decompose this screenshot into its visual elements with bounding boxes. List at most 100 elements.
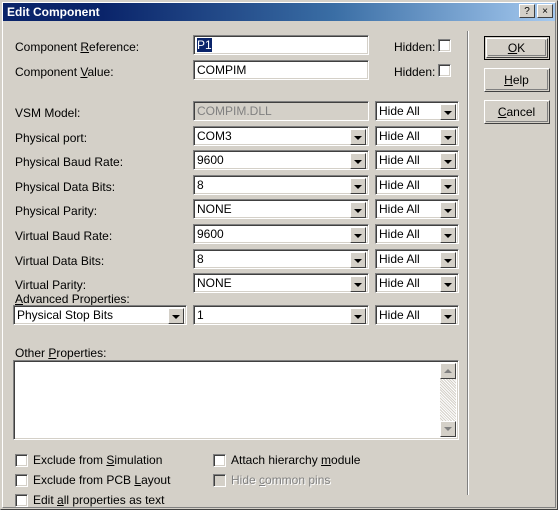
property-visibility-select[interactable]: Hide All — [375, 224, 459, 244]
close-icon[interactable]: × — [537, 4, 553, 18]
property-value-select[interactable]: NONE — [193, 273, 369, 293]
property-visibility-value: Hide All — [379, 153, 420, 167]
advanced-value-select[interactable]: 1 — [193, 305, 369, 325]
property-visibility-select[interactable]: Hide All — [375, 273, 459, 293]
help-button-label: Help — [504, 72, 529, 87]
property-visibility-select[interactable]: Hide All — [375, 150, 459, 170]
chevron-down-icon[interactable] — [350, 252, 366, 268]
checkbox-left-0[interactable]: Exclude from Simulation — [15, 453, 162, 467]
property-value-text: NONE — [197, 202, 232, 216]
chevron-down-icon[interactable] — [350, 153, 366, 169]
chevron-down-icon[interactable] — [440, 129, 456, 145]
title-bar[interactable]: Edit Component ? × — [3, 3, 555, 21]
chevron-down-icon[interactable] — [440, 104, 456, 120]
checkbox-box — [15, 453, 28, 467]
property-value-text: 9600 — [197, 227, 224, 241]
chevron-down-icon[interactable] — [440, 308, 456, 324]
chevron-down-icon[interactable] — [350, 178, 366, 194]
property-value-select[interactable]: 9600 — [193, 150, 369, 170]
chevron-down-icon[interactable] — [350, 129, 366, 145]
advanced-properties-label: Advanced Properties: — [15, 292, 130, 306]
checkbox-right-0[interactable]: Attach hierarchy module — [213, 453, 360, 467]
ok-button[interactable]: OK — [484, 36, 550, 60]
property-visibility-select[interactable]: Hide All — [375, 249, 459, 269]
component-reference-label: Component Reference: — [15, 40, 140, 54]
property-value-text: COMPIM.DLL — [197, 104, 272, 118]
textarea-scrollbar[interactable] — [440, 363, 456, 437]
property-visibility-value: Hide All — [379, 104, 420, 118]
property-value-select[interactable]: 8 — [193, 249, 369, 269]
chevron-down-icon[interactable] — [440, 276, 456, 292]
property-value-select[interactable]: COM3 — [193, 126, 369, 146]
property-visibility-value: Hide All — [379, 202, 420, 216]
property-value-text: NONE — [197, 276, 232, 290]
chevron-down-icon[interactable] — [350, 227, 366, 243]
checkbox-box — [438, 64, 451, 77]
chevron-down-icon[interactable] — [440, 252, 456, 268]
component-reference-value: P1 — [197, 38, 212, 52]
chevron-down-icon[interactable] — [440, 153, 456, 169]
checkbox-label: Exclude from PCB Layout — [33, 473, 171, 487]
property-value-text: 8 — [197, 178, 204, 192]
property-label: Physical Baud Rate: — [15, 155, 124, 169]
property-label: Virtual Data Bits: — [15, 254, 105, 268]
ok-button-label: OK — [507, 40, 526, 55]
property-label: Virtual Baud Rate: — [15, 229, 113, 243]
cancel-button[interactable]: Cancel — [484, 100, 550, 124]
property-visibility-select[interactable]: Hide All — [375, 199, 459, 219]
property-value-text: 8 — [197, 252, 204, 266]
property-label: Physical Data Bits: — [15, 180, 116, 194]
property-visibility-select[interactable]: Hide All — [375, 101, 459, 121]
scroll-up-icon[interactable] — [440, 363, 456, 379]
property-visibility-value: Hide All — [379, 227, 420, 241]
checkbox-label: Exclude from Simulation — [33, 453, 163, 467]
checkbox-label: Attach hierarchy module — [231, 453, 361, 467]
help-button[interactable]: Help — [484, 68, 550, 92]
chevron-down-icon[interactable] — [350, 276, 366, 292]
window-title: Edit Component — [7, 5, 100, 19]
chevron-down-icon[interactable] — [440, 178, 456, 194]
advanced-hide-select[interactable]: Hide All — [375, 305, 459, 325]
help-icon[interactable]: ? — [519, 4, 535, 18]
chevron-down-icon[interactable] — [440, 227, 456, 243]
property-label: Physical Parity: — [15, 204, 98, 218]
component-value-input[interactable]: COMPIM — [193, 60, 369, 80]
checkbox-box — [15, 493, 28, 507]
advanced-hide-value: Hide All — [379, 308, 420, 322]
scroll-down-icon[interactable] — [440, 421, 456, 437]
chevron-down-icon[interactable] — [440, 202, 456, 218]
chevron-down-icon[interactable] — [350, 202, 366, 218]
property-visibility-select[interactable]: Hide All — [375, 126, 459, 146]
advanced-property-select[interactable]: Physical Stop Bits — [13, 305, 187, 325]
checkbox-left-1[interactable]: Exclude from PCB Layout — [15, 473, 170, 487]
property-visibility-select[interactable]: Hide All — [375, 175, 459, 195]
value-hidden-label: Hidden: — [394, 65, 436, 79]
edit-component-dialog: Edit Component ? × Component Reference: … — [0, 0, 558, 510]
advanced-value-text: 1 — [197, 308, 204, 322]
chevron-down-icon[interactable] — [168, 308, 184, 324]
property-value-select[interactable]: 8 — [193, 175, 369, 195]
component-reference-input[interactable]: P1 — [193, 35, 369, 55]
reference-hidden-checkbox[interactable] — [438, 39, 451, 52]
value-hidden-checkbox[interactable] — [438, 64, 451, 77]
property-value-text: 9600 — [197, 153, 224, 167]
other-properties-text — [17, 363, 438, 437]
property-value-input: COMPIM.DLL — [193, 101, 369, 121]
other-properties-textarea[interactable] — [13, 360, 459, 440]
property-label: Physical port: — [15, 131, 88, 145]
vertical-separator — [467, 31, 469, 495]
checkbox-left-2[interactable]: Edit all properties as text — [15, 493, 164, 507]
title-bar-buttons: ? × — [519, 4, 553, 18]
checkbox-box — [438, 39, 451, 52]
checkbox-box — [213, 473, 226, 487]
property-visibility-value: Hide All — [379, 129, 420, 143]
checkbox-box — [15, 473, 28, 487]
component-value-text: COMPIM — [197, 63, 247, 77]
advanced-property-value: Physical Stop Bits — [17, 308, 114, 322]
property-visibility-value: Hide All — [379, 252, 420, 266]
chevron-down-icon[interactable] — [350, 308, 366, 324]
checkbox-box — [213, 453, 226, 467]
property-label: VSM Model: — [15, 106, 81, 120]
property-value-select[interactable]: 9600 — [193, 224, 369, 244]
property-value-select[interactable]: NONE — [193, 199, 369, 219]
